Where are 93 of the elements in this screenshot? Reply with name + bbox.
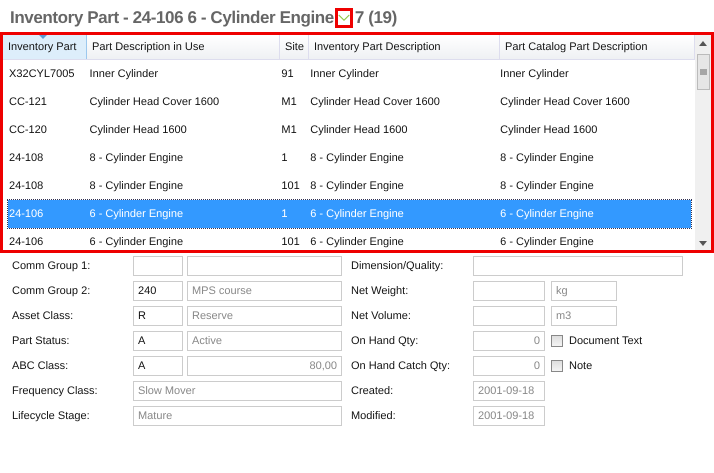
input-field[interactable]: m3	[551, 306, 617, 326]
scroll-up-icon[interactable]	[699, 41, 707, 46]
table-cell-text: Cylinder Head Cover 1600	[309, 96, 441, 108]
input-field[interactable]	[187, 256, 342, 276]
table-row[interactable]: 24-108 8 - Cylinder Engine 101 8 - Cylinder Engine 8 - Cylinder Engine	[8, 172, 691, 200]
input-field[interactable]	[473, 281, 545, 301]
input-field[interactable]: 2001-09-18	[473, 406, 545, 426]
input-field[interactable]: 0	[473, 356, 545, 376]
table-cell-text: M1	[280, 96, 298, 108]
checkbox[interactable]	[551, 335, 563, 347]
page-title: Inventory Part - 24-106 6 - Cylinder Engine	[10, 8, 334, 28]
field-label: Comm Group 2:	[12, 285, 92, 297]
table-cell-text: 101	[280, 180, 301, 192]
table-cell-text: M1	[280, 124, 298, 136]
table-cell-text: Cylinder Head Cover 1600	[499, 96, 631, 108]
column-header[interactable]: Inventory Part Description	[309, 35, 500, 59]
input-field[interactable]: 0	[473, 331, 545, 351]
table-cell-text: 6 - Cylinder Engine	[499, 236, 595, 248]
checkbox-label[interactable]: Document Text	[569, 335, 642, 347]
table-cell-text: X32CYL7005	[8, 68, 76, 80]
grip-icon	[700, 69, 706, 75]
field-label: Lifecycle Stage:	[12, 410, 91, 422]
table-cell-text: Inner Cylinder	[499, 68, 570, 80]
chevron-down-icon[interactable]	[334, 8, 353, 28]
table-cell-text: 6 - Cylinder Engine	[499, 208, 595, 220]
table-cell-text: 101	[280, 236, 301, 248]
table-cell-text: 6 - Cylinder Engine	[309, 208, 405, 220]
table-cell-text: 1	[280, 152, 289, 164]
field-label: Frequency Class:	[12, 385, 99, 397]
table-cell-text: 24-106	[8, 208, 44, 220]
table-cell-text: 1	[280, 208, 289, 220]
input-field[interactable]: 80,00	[187, 356, 342, 376]
table-cell-text: 24-108	[8, 180, 44, 192]
input-field[interactable]: Active	[187, 331, 342, 351]
table-row[interactable]: 24-106 6 - Cylinder Engine 101 6 - Cylinder Engine 6 - Cylinder Engine	[8, 228, 691, 250]
table-cell-text: 6 - Cylinder Engine	[88, 208, 184, 220]
field-label: On Hand Catch Qty:	[351, 360, 452, 372]
field-label: Modified:	[351, 410, 397, 422]
field-label: On Hand Qty:	[351, 335, 420, 347]
table-cell-text: Cylinder Head Cover 1600	[88, 96, 220, 108]
field-label: Created:	[351, 385, 394, 397]
input-field[interactable]: Mature	[133, 406, 342, 426]
checkbox-label[interactable]: Note	[569, 360, 592, 372]
column-header[interactable]: Site	[280, 35, 309, 59]
table-cell-text: Cylinder Head 1600	[309, 124, 408, 136]
input-field[interactable]: A	[133, 356, 183, 376]
input-field[interactable]	[473, 256, 683, 276]
input-field[interactable]	[473, 306, 545, 326]
field-label: Comm Group 1:	[12, 260, 92, 272]
table-cell-text: 8 - Cylinder Engine	[88, 180, 184, 192]
table-row[interactable]: CC-121 Cylinder Head Cover 1600 M1 Cylinder Head Cover 1600 Cylinder Head Cover 1600	[8, 88, 691, 116]
input-field[interactable]: A	[133, 331, 183, 351]
table-cell-text: 8 - Cylinder Engine	[499, 152, 595, 164]
input-field[interactable]: MPS course	[187, 281, 342, 301]
table-row[interactable]: X32CYL7005 Inner Cylinder 91 Inner Cylinder Inner Cylinder	[8, 60, 691, 88]
input-field[interactable]: Slow Mover	[133, 381, 342, 401]
table-cell-text: 8 - Cylinder Engine	[309, 152, 405, 164]
table-cell-text: 24-106	[8, 236, 44, 248]
table-row[interactable]: CC-120 Cylinder Head 1600 M1 Cylinder Head 1600 Cylinder Head 1600	[8, 116, 691, 144]
table-cell-text: 8 - Cylinder Engine	[309, 180, 405, 192]
table-cell-text: 91	[280, 68, 295, 80]
checkbox[interactable]	[551, 360, 563, 372]
field-label: Net Weight:	[351, 285, 410, 297]
scrollbar[interactable]	[695, 35, 711, 250]
table-cell-text: 8 - Cylinder Engine	[88, 152, 184, 164]
field-label: Dimension/Quality:	[351, 260, 444, 272]
scrollbar-thumb[interactable]	[696, 54, 710, 90]
column-header[interactable]: Inventory Part	[3, 35, 87, 59]
table-cell-text: Inner Cylinder	[88, 68, 160, 80]
table-cell-text: CC-120	[8, 124, 48, 136]
sort-icon	[39, 35, 47, 39]
input-field[interactable]: R	[133, 306, 183, 326]
table-cell-text: 6 - Cylinder Engine	[88, 236, 184, 248]
field-label: Asset Class:	[12, 310, 74, 322]
input-field[interactable]: kg	[551, 281, 617, 301]
table-cell-text: CC-121	[8, 96, 48, 108]
field-label: Part Status:	[12, 335, 70, 347]
record-count: 7 (19)	[354, 8, 397, 28]
field-label: Net Volume:	[351, 310, 412, 322]
scroll-down-icon[interactable]	[699, 241, 707, 246]
input-field[interactable]: 240	[133, 281, 183, 301]
table-cell-text: 24-108	[8, 152, 44, 164]
field-label: ABC Class:	[12, 360, 70, 372]
table-cell-text: Cylinder Head 1600	[499, 124, 598, 136]
column-header[interactable]: Part Description in Use	[87, 35, 280, 59]
input-field[interactable]: Reserve	[187, 306, 342, 326]
table-row[interactable]: 24-108 8 - Cylinder Engine 1 8 - Cylinder Engine 8 - Cylinder Engine	[8, 144, 691, 172]
table-cell-text: 8 - Cylinder Engine	[499, 180, 595, 192]
input-field[interactable]: 2001-09-18	[473, 381, 545, 401]
table-cell-text: Cylinder Head 1600	[88, 124, 188, 136]
table-cell-text: 6 - Cylinder Engine	[309, 236, 405, 248]
input-field[interactable]	[133, 256, 183, 276]
table-cell-text: Inner Cylinder	[309, 68, 380, 80]
